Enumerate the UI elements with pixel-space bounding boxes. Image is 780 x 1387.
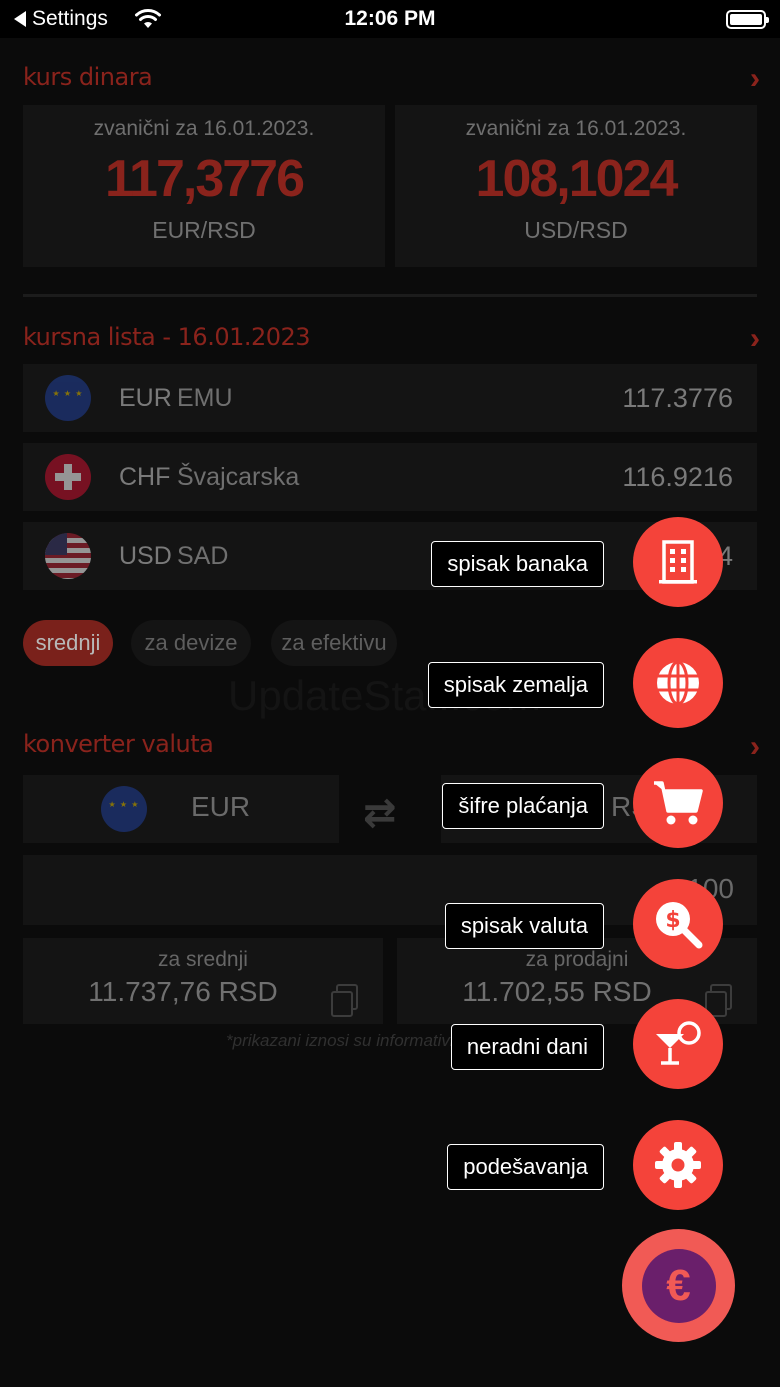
fab-label-currencies[interactable]: spisak valuta [444, 903, 604, 949]
bank-building-icon [659, 540, 697, 584]
fab-label-countries[interactable]: spisak zemalja [427, 662, 604, 708]
fab-payment-codes-button[interactable] [633, 758, 723, 848]
currency-search-icon: $ [656, 902, 703, 949]
eu-flag-icon [101, 786, 147, 832]
result-srednji: za srednji 11.737,76 RSD [23, 938, 383, 1024]
currency-row-eur[interactable]: EUR EMU 117.3776 [23, 364, 757, 432]
konverter-section-title: konverter valuta [23, 730, 214, 758]
currency-country: EMU [177, 383, 233, 412]
rate-date-label: zvanični za 16.01.2023. [93, 117, 315, 140]
rate-date-label: zvanični za 16.01.2023. [465, 117, 687, 140]
fab-settings-button[interactable] [633, 1120, 723, 1210]
fab-main-button[interactable]: € [622, 1229, 735, 1342]
fab-label-banks[interactable]: spisak banaka [431, 541, 604, 587]
tab-srednji[interactable]: srednji [23, 620, 113, 666]
copy-icon[interactable] [331, 984, 358, 1017]
kurs-section-title: kurs dinara [23, 63, 153, 91]
currency-code: EUR [119, 383, 172, 412]
copy-icon[interactable] [705, 984, 732, 1017]
fab-label-settings[interactable]: podešavanja [447, 1144, 604, 1190]
rate-pair: USD/RSD [524, 217, 628, 243]
fab-label-payment-codes[interactable]: šifre plaćanja [442, 783, 604, 829]
currency-value: 116.9216 [622, 461, 733, 492]
from-currency-select[interactable]: EUR [23, 775, 339, 843]
rate-value: 108,1024 [475, 150, 679, 208]
rate-pair: EUR/RSD [152, 217, 256, 243]
swap-currencies-icon[interactable]: ⇄ [363, 790, 397, 836]
status-bar: Settings 12:06 PM [0, 0, 780, 38]
fab-label-holidays[interactable]: neradni dani [450, 1024, 604, 1070]
fab-holidays-button[interactable] [633, 999, 723, 1089]
gear-icon [655, 1142, 701, 1188]
rate-value: 117,3776 [104, 150, 305, 208]
currency-code: CHF [119, 462, 171, 491]
eu-flag-icon [45, 375, 91, 421]
tab-za-efektivu[interactable]: za efektivu [271, 620, 397, 666]
currency-row-chf[interactable]: CHF Švajcarska 116.9216 [23, 443, 757, 511]
svg-text:$: $ [665, 908, 680, 933]
result-value: 11.737,76 RSD [88, 976, 278, 1007]
battery-icon [726, 10, 769, 29]
fab-currencies-button[interactable]: $ [633, 879, 723, 969]
fab-countries-button[interactable] [633, 638, 723, 728]
clock: 12:06 PM [344, 7, 436, 30]
swiss-flag-icon [45, 454, 91, 500]
shopping-cart-icon [654, 781, 703, 825]
result-label: za srednji [158, 948, 248, 971]
euro-icon: € [641, 1248, 716, 1323]
currency-value: 117.3776 [622, 382, 733, 413]
fab-banks-button[interactable] [633, 517, 723, 607]
section-divider [23, 294, 757, 297]
cocktail-icon [656, 1021, 701, 1065]
usd-rate-card[interactable]: zvanični za 16.01.2023. 108,1024 USD/RSD [395, 105, 757, 267]
eur-rate-card[interactable]: zvanični za 16.01.2023. 117,3776 EUR/RSD [23, 105, 385, 267]
tab-za-devize[interactable]: za devize [131, 620, 251, 666]
lista-section-title: kursna lista - 16.01.2023 [23, 323, 311, 351]
currency-country: Švajcarska [177, 462, 300, 491]
currency-code: USD [119, 541, 172, 570]
disclaimer: *prikazani iznosi su informativni [226, 1031, 464, 1050]
us-flag-icon [45, 533, 91, 579]
globe-icon [657, 660, 699, 706]
from-currency-code: EUR [191, 791, 251, 822]
